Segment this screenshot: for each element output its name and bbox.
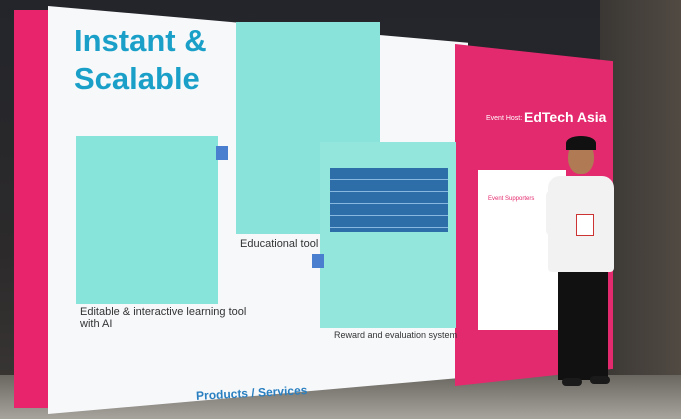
name-badge — [576, 214, 594, 236]
title-line-2: Scalable — [74, 61, 200, 96]
play-icon — [312, 254, 324, 268]
play-icon — [216, 146, 228, 160]
title-line-1: Instant & — [74, 23, 207, 58]
presenter-pants — [558, 268, 608, 380]
shoe-left — [562, 378, 582, 386]
caption-line-1: Editable & interactive learning tool — [80, 306, 247, 318]
supporters-label: Event Supporters — [488, 196, 535, 202]
edtech-asia-logo: EdTech Asia — [524, 109, 607, 125]
slide-title: Instant & Scalable — [74, 22, 207, 98]
presenter-hair — [566, 136, 596, 150]
caption-reward-system: Reward and evaluation system — [334, 330, 458, 340]
learning-tool-screenshot — [76, 136, 218, 304]
event-host-label: Event Host: — [486, 115, 523, 122]
presenter-arm — [546, 190, 560, 236]
caption-educational-tool: Educational tool — [240, 238, 319, 250]
data-table-image — [330, 168, 448, 232]
caption-line-2: with AI — [80, 318, 113, 330]
caption-learning-tool: Editable & interactive learning tool wit… — [80, 306, 246, 330]
shoe-right — [590, 376, 610, 384]
